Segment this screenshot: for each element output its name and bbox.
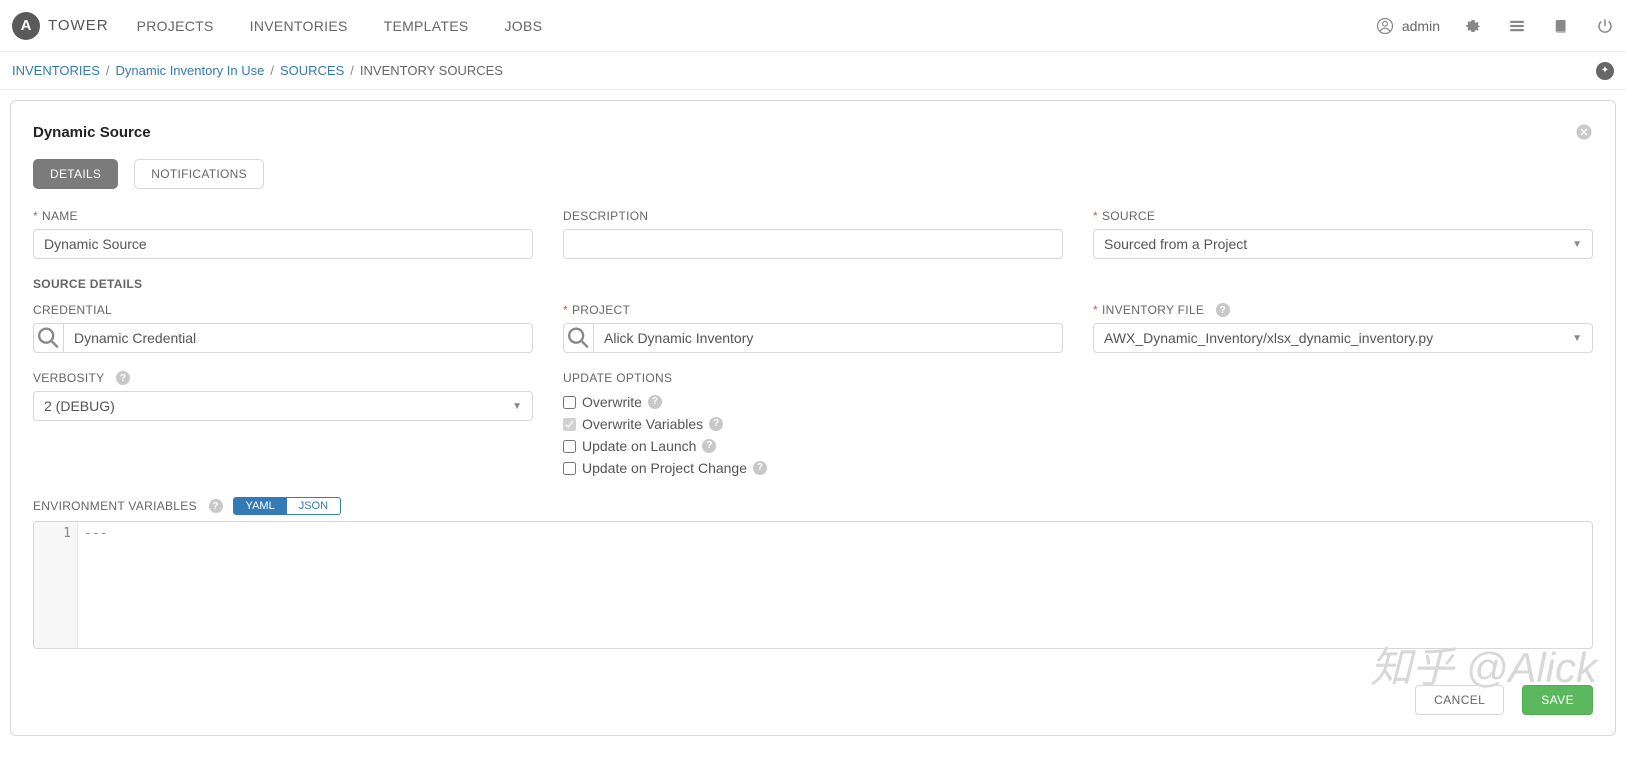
format-json[interactable]: JSON	[287, 498, 340, 514]
label-inventory-file: INVENTORY FILE	[1102, 303, 1204, 317]
nav-links: PROJECTS INVENTORIES TEMPLATES JOBS	[137, 18, 543, 34]
credential-input[interactable]	[63, 323, 533, 353]
topbar: A TOWER PROJECTS INVENTORIES TEMPLATES J…	[0, 0, 1626, 52]
nav-jobs[interactable]: JOBS	[505, 18, 543, 34]
tab-notifications[interactable]: NOTIFICATIONS	[134, 159, 264, 189]
code-gutter: 1	[34, 522, 78, 648]
panel-title: Dynamic Source	[33, 124, 151, 141]
gear-icon[interactable]	[1464, 17, 1482, 35]
crumb-current: INVENTORY SOURCES	[360, 63, 503, 78]
activity-icon[interactable]: ✦	[1596, 62, 1614, 80]
logo[interactable]: A TOWER	[12, 12, 109, 40]
tab-details[interactable]: DETAILS	[33, 159, 118, 189]
update-on-launch-checkbox[interactable]	[563, 440, 576, 453]
crumb-sources[interactable]: SOURCES	[280, 63, 344, 78]
format-yaml[interactable]: YAML	[234, 498, 287, 514]
save-button[interactable]: SAVE	[1522, 685, 1593, 715]
chevron-down-icon: ▼	[512, 401, 522, 412]
close-icon[interactable]	[1575, 123, 1593, 141]
user-name: admin	[1402, 18, 1440, 34]
logo-text: TOWER	[48, 17, 109, 34]
project-input[interactable]	[593, 323, 1063, 353]
help-icon[interactable]: ?	[1216, 303, 1230, 317]
overwrite-checkbox[interactable]	[563, 396, 576, 409]
power-icon[interactable]	[1596, 17, 1614, 35]
label-source: SOURCE	[1102, 209, 1155, 223]
user-menu[interactable]: admin	[1376, 17, 1440, 35]
label-description: DESCRIPTION	[563, 209, 648, 223]
credential-lookup-button[interactable]	[33, 323, 63, 353]
project-lookup-button[interactable]	[563, 323, 593, 353]
help-icon[interactable]: ?	[209, 499, 223, 513]
format-toggle: YAML JSON	[233, 497, 341, 515]
help-icon[interactable]: ?	[753, 461, 767, 475]
section-source-details: SOURCE DETAILS	[33, 277, 1593, 291]
tabs: DETAILS NOTIFICATIONS	[33, 159, 1593, 189]
label-project: PROJECT	[572, 303, 630, 317]
cancel-button[interactable]: CANCEL	[1415, 685, 1504, 715]
chevron-down-icon: ▼	[1572, 333, 1582, 344]
chevron-down-icon: ▼	[1572, 239, 1582, 250]
nav-projects[interactable]: PROJECTS	[137, 18, 214, 34]
label-update-options: UPDATE OPTIONS	[563, 371, 672, 385]
nav-inventories[interactable]: INVENTORIES	[250, 18, 348, 34]
stack-icon[interactable]	[1508, 17, 1526, 35]
crumb-inventories[interactable]: INVENTORIES	[12, 63, 100, 78]
nav-templates[interactable]: TEMPLATES	[384, 18, 469, 34]
source-select[interactable]: Sourced from a Project ▼	[1093, 229, 1593, 259]
label-verbosity: VERBOSITY	[33, 371, 104, 385]
label-credential: CREDENTIAL	[33, 303, 112, 317]
env-vars-editor[interactable]: 1 ---	[33, 521, 1593, 649]
inventory-file-select[interactable]: AWX_Dynamic_Inventory/xlsx_dynamic_inven…	[1093, 323, 1593, 353]
logo-badge: A	[12, 12, 40, 40]
code-body[interactable]: ---	[78, 522, 1592, 648]
breadcrumb: INVENTORIES / Dynamic Inventory In Use /…	[0, 52, 1626, 90]
update-on-project-change-checkbox[interactable]	[563, 462, 576, 475]
source-panel: Dynamic Source DETAILS NOTIFICATIONS *NA…	[10, 100, 1616, 736]
label-name: NAME	[42, 209, 78, 223]
help-icon[interactable]: ?	[709, 417, 723, 431]
description-input[interactable]	[563, 229, 1063, 259]
help-icon[interactable]: ?	[648, 395, 662, 409]
help-icon[interactable]: ?	[702, 439, 716, 453]
label-env-vars: ENVIRONMENT VARIABLES	[33, 499, 197, 513]
overwrite-vars-checkbox[interactable]	[563, 418, 576, 431]
user-icon	[1376, 17, 1394, 35]
crumb-inventory-name[interactable]: Dynamic Inventory In Use	[116, 63, 265, 78]
help-icon[interactable]: ?	[116, 371, 130, 385]
book-icon[interactable]	[1552, 17, 1570, 35]
name-input[interactable]	[33, 229, 533, 259]
verbosity-select[interactable]: 2 (DEBUG) ▼	[33, 391, 533, 421]
